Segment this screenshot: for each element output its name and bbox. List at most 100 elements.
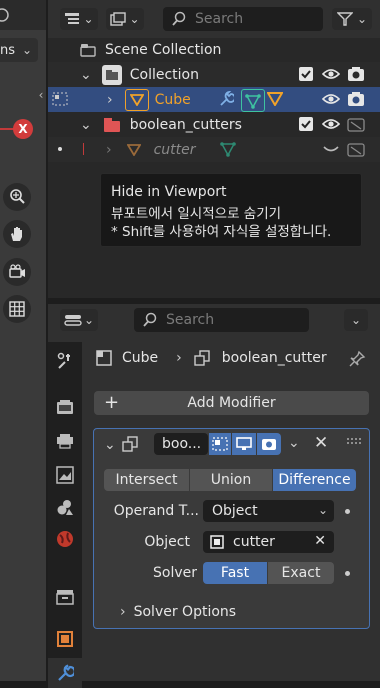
solver-option-exact[interactable]: Exact [268, 562, 334, 584]
viewport-toggle[interactable] [232, 433, 256, 455]
chevron-right-icon[interactable]: › [106, 142, 112, 158]
hand-icon[interactable] [3, 220, 31, 248]
operation-intersect-label: Intersect [115, 472, 178, 488]
eye-icon[interactable] [321, 90, 341, 108]
collection-icon [101, 64, 122, 85]
collection-label: Collection [129, 66, 199, 83]
view-mode-dropdown[interactable]: ns ⌄ [0, 38, 38, 62]
breadcrumb-modifier: boolean_cutter [221, 350, 327, 366]
wrench-icon[interactable] [216, 90, 236, 108]
operation-difference-label: Difference [278, 472, 351, 488]
collection-tab-icon[interactable] [54, 586, 76, 608]
operation-tab-difference[interactable]: Difference [273, 469, 356, 491]
mesh-object-icon [124, 140, 144, 160]
object-field[interactable]: cutter ✕ [203, 531, 334, 553]
camera-render-disabled-icon[interactable] [346, 140, 366, 158]
properties-tab-strip [48, 342, 82, 688]
world-tab-icon[interactable] [54, 528, 76, 550]
add-modifier-label: Add Modifier [187, 395, 276, 411]
object-value: cutter [233, 534, 275, 550]
modifier-tab-active[interactable] [48, 658, 82, 688]
clear-object-icon[interactable]: ✕ [314, 533, 326, 549]
operation-tab-intersect[interactable]: Intersect [104, 469, 189, 491]
tooltip: Hide in Viewport 뷰포트에서 일시적으로 숨기기 * Shift… [100, 173, 362, 247]
tool-settings-tab-icon[interactable] [54, 350, 76, 372]
chevron-down-icon[interactable]: ⌄ [80, 67, 92, 83]
properties-search-input[interactable]: Search [134, 308, 309, 332]
viewport-strip[interactable]: ns ⌄ X ‹ [0, 0, 46, 681]
breadcrumb-object: Cube [122, 350, 159, 366]
checkbox-icon[interactable] [299, 117, 313, 131]
zoom-icon[interactable] [3, 183, 31, 211]
operand-type-label: Operand T... [113, 503, 199, 519]
solver-option-fast[interactable]: Fast [203, 562, 267, 584]
display-mode-dropdown[interactable]: ⌄ [106, 8, 144, 30]
plus-icon: + [104, 392, 120, 413]
operand-type-value: Object [212, 503, 258, 519]
solver-label: Solver [153, 565, 197, 581]
modifier-menu-chevron-icon[interactable]: ⌄ [288, 435, 300, 451]
outliner-row-boolean-cutters[interactable]: ⌄ boolean_cutters [48, 112, 380, 137]
render-tab-icon[interactable] [54, 396, 76, 418]
search-icon [143, 312, 157, 327]
solver-exact-label: Exact [281, 565, 321, 581]
outliner-search-placeholder: Search [195, 11, 244, 27]
view-layer-tab-icon[interactable] [54, 464, 76, 486]
operation-union-label: Union [210, 472, 252, 488]
camera-render-icon[interactable] [346, 90, 366, 108]
add-modifier-button[interactable]: + Add Modifier [94, 391, 369, 415]
operand-type-dropdown[interactable]: Object ⌄ [203, 500, 334, 522]
filter-icon [336, 12, 353, 26]
vertex-group-icon[interactable] [241, 89, 265, 112]
edit-mode-toggle[interactable] [209, 433, 231, 455]
scene-collection-row[interactable]: Scene Collection [48, 38, 380, 62]
hierarchy-line [83, 143, 84, 155]
eye-closed-icon[interactable] [321, 140, 341, 158]
outliner-row-cube[interactable]: › Cube [48, 87, 380, 112]
collapse-chevron-icon[interactable]: ⌄ [104, 437, 116, 453]
sidebar-toggle-icon[interactable]: ‹ [36, 86, 46, 104]
properties-options-dropdown[interactable]: ⌄ [344, 309, 368, 331]
properties-editor-type-dropdown[interactable]: ⌄ [60, 309, 98, 331]
pin-icon[interactable] [346, 348, 368, 370]
remove-modifier-icon[interactable]: ✕ [314, 433, 328, 453]
outliner-row-collection[interactable]: ⌄ Collection [48, 62, 380, 87]
display-mode-icon [110, 12, 127, 26]
cube-label: Cube [154, 91, 191, 108]
chevron-right-icon[interactable]: › [107, 92, 113, 108]
shading-icon[interactable] [0, 8, 12, 22]
camera-render-icon[interactable] [346, 65, 366, 83]
chevron-down-icon[interactable]: ⌄ [80, 117, 92, 133]
camera-render-disabled-icon[interactable] [346, 115, 366, 133]
render-toggle[interactable] [257, 433, 281, 455]
properties-search-placeholder: Search [166, 312, 215, 328]
x-axis-gizmo[interactable]: X [13, 119, 33, 139]
scene-collection-icon [80, 44, 96, 57]
vertex-group-icon[interactable] [218, 140, 238, 158]
scene-collection-label: Scene Collection [105, 42, 222, 58]
chevron-down-icon: ⌄ [317, 503, 328, 517]
eye-icon[interactable] [321, 65, 341, 83]
output-tab-icon[interactable] [54, 430, 76, 452]
mesh-data-icon[interactable] [265, 90, 285, 108]
modifier-name-field[interactable]: boo... [154, 433, 208, 455]
select-box-icon [52, 92, 68, 106]
drag-handle-icon[interactable] [346, 435, 362, 445]
editor-type-dropdown[interactable]: ⌄ [60, 8, 98, 30]
solver-options-subpanel[interactable]: › Solver Options [114, 601, 344, 623]
monitor-icon [236, 437, 252, 450]
outliner-row-cutter[interactable]: › cutter [48, 137, 380, 162]
outliner-search-input[interactable]: Search [163, 7, 323, 31]
camera-icon[interactable] [3, 258, 31, 286]
keyframe-dot-icon[interactable] [345, 509, 350, 514]
grid-icon[interactable] [3, 295, 31, 323]
filter-dropdown[interactable]: ⌄ [332, 8, 372, 30]
collection-red-icon [102, 115, 122, 135]
keyframe-dot-icon[interactable] [345, 571, 350, 576]
checkbox-icon[interactable] [299, 67, 313, 81]
gizmo-x-label: X [18, 122, 28, 136]
object-tab-icon[interactable] [54, 628, 76, 650]
scene-tab-icon[interactable] [54, 496, 76, 518]
operation-tab-union[interactable]: Union [190, 469, 272, 491]
eye-icon[interactable] [321, 115, 341, 133]
